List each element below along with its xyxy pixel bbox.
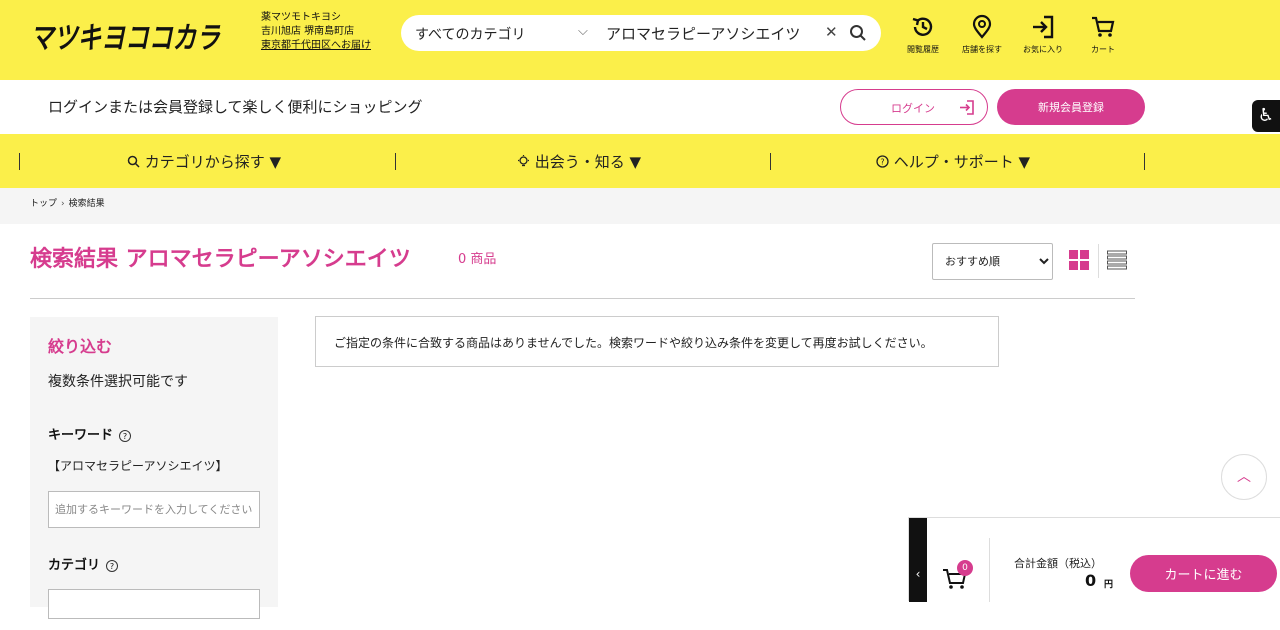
- cart-divider: [989, 538, 990, 602]
- mini-cart: ‹ 0 合計金額（税込） 0 円 カートに進む: [908, 517, 1280, 602]
- nav-divider: [395, 153, 396, 170]
- view-divider: [1098, 244, 1099, 278]
- cart-count-badge: 0: [957, 560, 973, 576]
- nav-divider: [19, 153, 20, 170]
- chevron-up-icon: ︿: [1237, 469, 1251, 485]
- accessibility-icon[interactable]: ♿: [1252, 100, 1280, 132]
- delivery-address-link[interactable]: 東京都千代田区へお届け: [261, 39, 371, 53]
- login-message: ログインまたは会員登録して楽しく便利にショッピング: [48, 98, 423, 116]
- header: マツキヨココカラ 薬マツモトキヨシ 吉川旭店 堺南島町店 東京都千代田区へお届け…: [0, 0, 1280, 80]
- collapse-cart-button[interactable]: ‹: [909, 518, 927, 602]
- cart-button[interactable]: カート: [1075, 10, 1131, 58]
- sort-select[interactable]: おすすめ順: [932, 243, 1053, 280]
- login-label: ログイン: [891, 102, 935, 115]
- help-icon[interactable]: ?: [106, 559, 119, 572]
- grid-view-icon[interactable]: [1069, 250, 1089, 270]
- store-info[interactable]: 薬マツモトキヨシ 吉川旭店 堺南島町店 東京都千代田区へお届け: [261, 11, 371, 53]
- favorite-icon: [1033, 15, 1054, 39]
- filter-sidebar: 絞り込む 複数条件選択可能です キーワード? 【アロマセラピーアソシエイツ】 カ…: [30, 317, 278, 619]
- cart-label: カート: [1091, 45, 1115, 54]
- logo[interactable]: マツキヨココカラ: [30, 12, 224, 58]
- favorite-button[interactable]: お気に入り: [1015, 10, 1071, 58]
- nav-help[interactable]: ? ヘルプ・サポート ▼: [876, 151, 1030, 172]
- lightbulb-icon: [518, 155, 529, 167]
- result-count: 0 商品: [458, 252, 497, 267]
- main-nav: カテゴリから探す ▼ 出会う・知る ▼ ? ヘルプ・サポート ▼: [0, 134, 1280, 188]
- category-label: カテゴリ: [48, 558, 101, 573]
- store-pin-icon: [972, 14, 992, 39]
- breadcrumb: トップ › 検索結果: [0, 188, 1280, 224]
- favorite-label: お気に入り: [1023, 45, 1063, 54]
- store-search-button[interactable]: 店舗を探す: [954, 10, 1010, 58]
- chevron-right-icon: ›: [61, 199, 65, 209]
- login-bar: ログインまたは会員登録して楽しく便利にショッピング ログイン 新規会員登録: [0, 80, 1280, 134]
- page-title: 検索結果 アロマセラピーアソシエイツ: [30, 247, 411, 272]
- store-line1: 薬マツモトキヨシ: [261, 12, 341, 23]
- login-icon: [960, 100, 974, 115]
- cart-icon: [1092, 16, 1115, 37]
- logo-text: マツキヨココカラ: [30, 21, 221, 56]
- proceed-to-cart-button[interactable]: カートに進む: [1130, 555, 1277, 592]
- list-view-icon[interactable]: [1107, 250, 1127, 270]
- history-icon: [912, 17, 933, 36]
- keyword-label: キーワード: [48, 428, 114, 443]
- store-search-label: 店舗を探す: [962, 45, 1002, 54]
- login-button[interactable]: ログイン: [840, 89, 988, 125]
- search-bar: すべてのカテゴリ ⌵ ✕: [401, 15, 881, 51]
- total-amount: 0: [1085, 571, 1097, 590]
- filter-title: 絞り込む: [48, 337, 113, 356]
- breadcrumb-current: 検索結果: [68, 199, 105, 209]
- search-input[interactable]: [606, 19, 816, 47]
- keyword-heading: キーワード?: [48, 424, 132, 443]
- help-icon: ?: [876, 155, 889, 168]
- breadcrumb-home[interactable]: トップ: [30, 199, 57, 209]
- back-to-top-button[interactable]: ︿: [1221, 454, 1267, 500]
- nav-divider: [770, 153, 771, 170]
- empty-result-box: ご指定の条件に合致する商品はありませんでした。検索ワードや絞り込み条件を変更して…: [315, 316, 999, 367]
- category-select[interactable]: [48, 589, 260, 619]
- divider: [30, 298, 1135, 299]
- nav-divider: [1144, 153, 1145, 170]
- svg-text:?: ?: [880, 158, 884, 167]
- history-label: 閲覧履歴: [907, 45, 939, 54]
- store-line2: 吉川旭店 堺南島町店: [261, 26, 355, 37]
- register-button[interactable]: 新規会員登録: [997, 89, 1145, 125]
- nav-category-label: カテゴリから探す ▼: [144, 153, 282, 171]
- nav-help-label: ヘルプ・サポート ▼: [893, 153, 1031, 171]
- search-icon[interactable]: [849, 24, 867, 42]
- search-icon: [127, 155, 140, 168]
- clear-icon[interactable]: ✕: [825, 23, 838, 41]
- help-icon[interactable]: ?: [119, 429, 132, 442]
- nav-discover-label: 出会う・知る ▼: [534, 153, 642, 171]
- search-category-select[interactable]: すべてのカテゴリ: [415, 24, 525, 44]
- keyword-value: 【アロマセラピーアソシエイツ】: [48, 459, 228, 473]
- chevron-down-icon[interactable]: ⌵: [578, 24, 588, 39]
- header-icons: 閲覧履歴 店舗を探す お気に入り カート: [895, 10, 1135, 58]
- history-button[interactable]: 閲覧履歴: [895, 10, 951, 58]
- category-heading: カテゴリ?: [48, 554, 119, 573]
- total-label: 合計金額（税込）: [1014, 557, 1102, 570]
- filter-subtitle: 複数条件選択可能です: [48, 374, 188, 390]
- currency-label: 円: [1104, 580, 1114, 590]
- empty-result-message: ご指定の条件に合致する商品はありませんでした。検索ワードや絞り込み条件を変更して…: [334, 336, 933, 350]
- nav-category[interactable]: カテゴリから探す ▼: [127, 151, 281, 172]
- nav-discover[interactable]: 出会う・知る ▼: [517, 151, 641, 172]
- keyword-input[interactable]: [48, 491, 260, 528]
